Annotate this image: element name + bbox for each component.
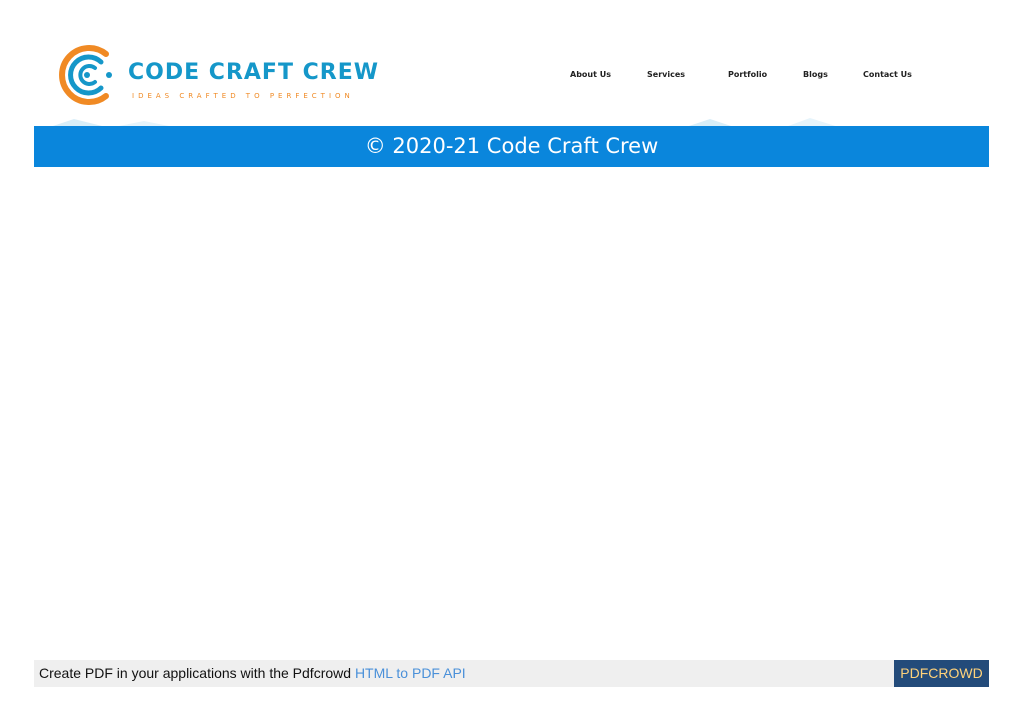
nav-portfolio[interactable]: Portfolio bbox=[728, 70, 767, 79]
copyright-banner: © 2020-21 Code Craft Crew bbox=[34, 126, 989, 167]
nav-services[interactable]: Services bbox=[647, 70, 685, 79]
html-to-pdf-api-link[interactable]: HTML to PDF API bbox=[355, 665, 466, 681]
pdfcrowd-text: Create PDF in your applications with the… bbox=[39, 660, 466, 687]
site-header: CODE CRAFT CREW IDEAS CRAFTED TO PERFECT… bbox=[34, 30, 989, 126]
pdfcrowd-footer-bar: Create PDF in your applications with the… bbox=[34, 660, 989, 687]
main-nav: About Us Services Portfolio Blogs Contac… bbox=[34, 70, 989, 84]
pdfcrowd-message: Create PDF in your applications with the… bbox=[39, 665, 355, 681]
nav-contact-us[interactable]: Contact Us bbox=[863, 70, 912, 79]
logo-tagline: IDEAS CRAFTED TO PERFECTION bbox=[132, 92, 354, 100]
nav-blogs[interactable]: Blogs bbox=[803, 70, 828, 79]
copyright-text: © 2020-21 Code Craft Crew bbox=[364, 134, 659, 158]
nav-about-us[interactable]: About Us bbox=[570, 70, 611, 79]
page: CODE CRAFT CREW IDEAS CRAFTED TO PERFECT… bbox=[0, 0, 1023, 724]
pdfcrowd-badge-link[interactable]: PDFCROWD bbox=[894, 660, 989, 687]
